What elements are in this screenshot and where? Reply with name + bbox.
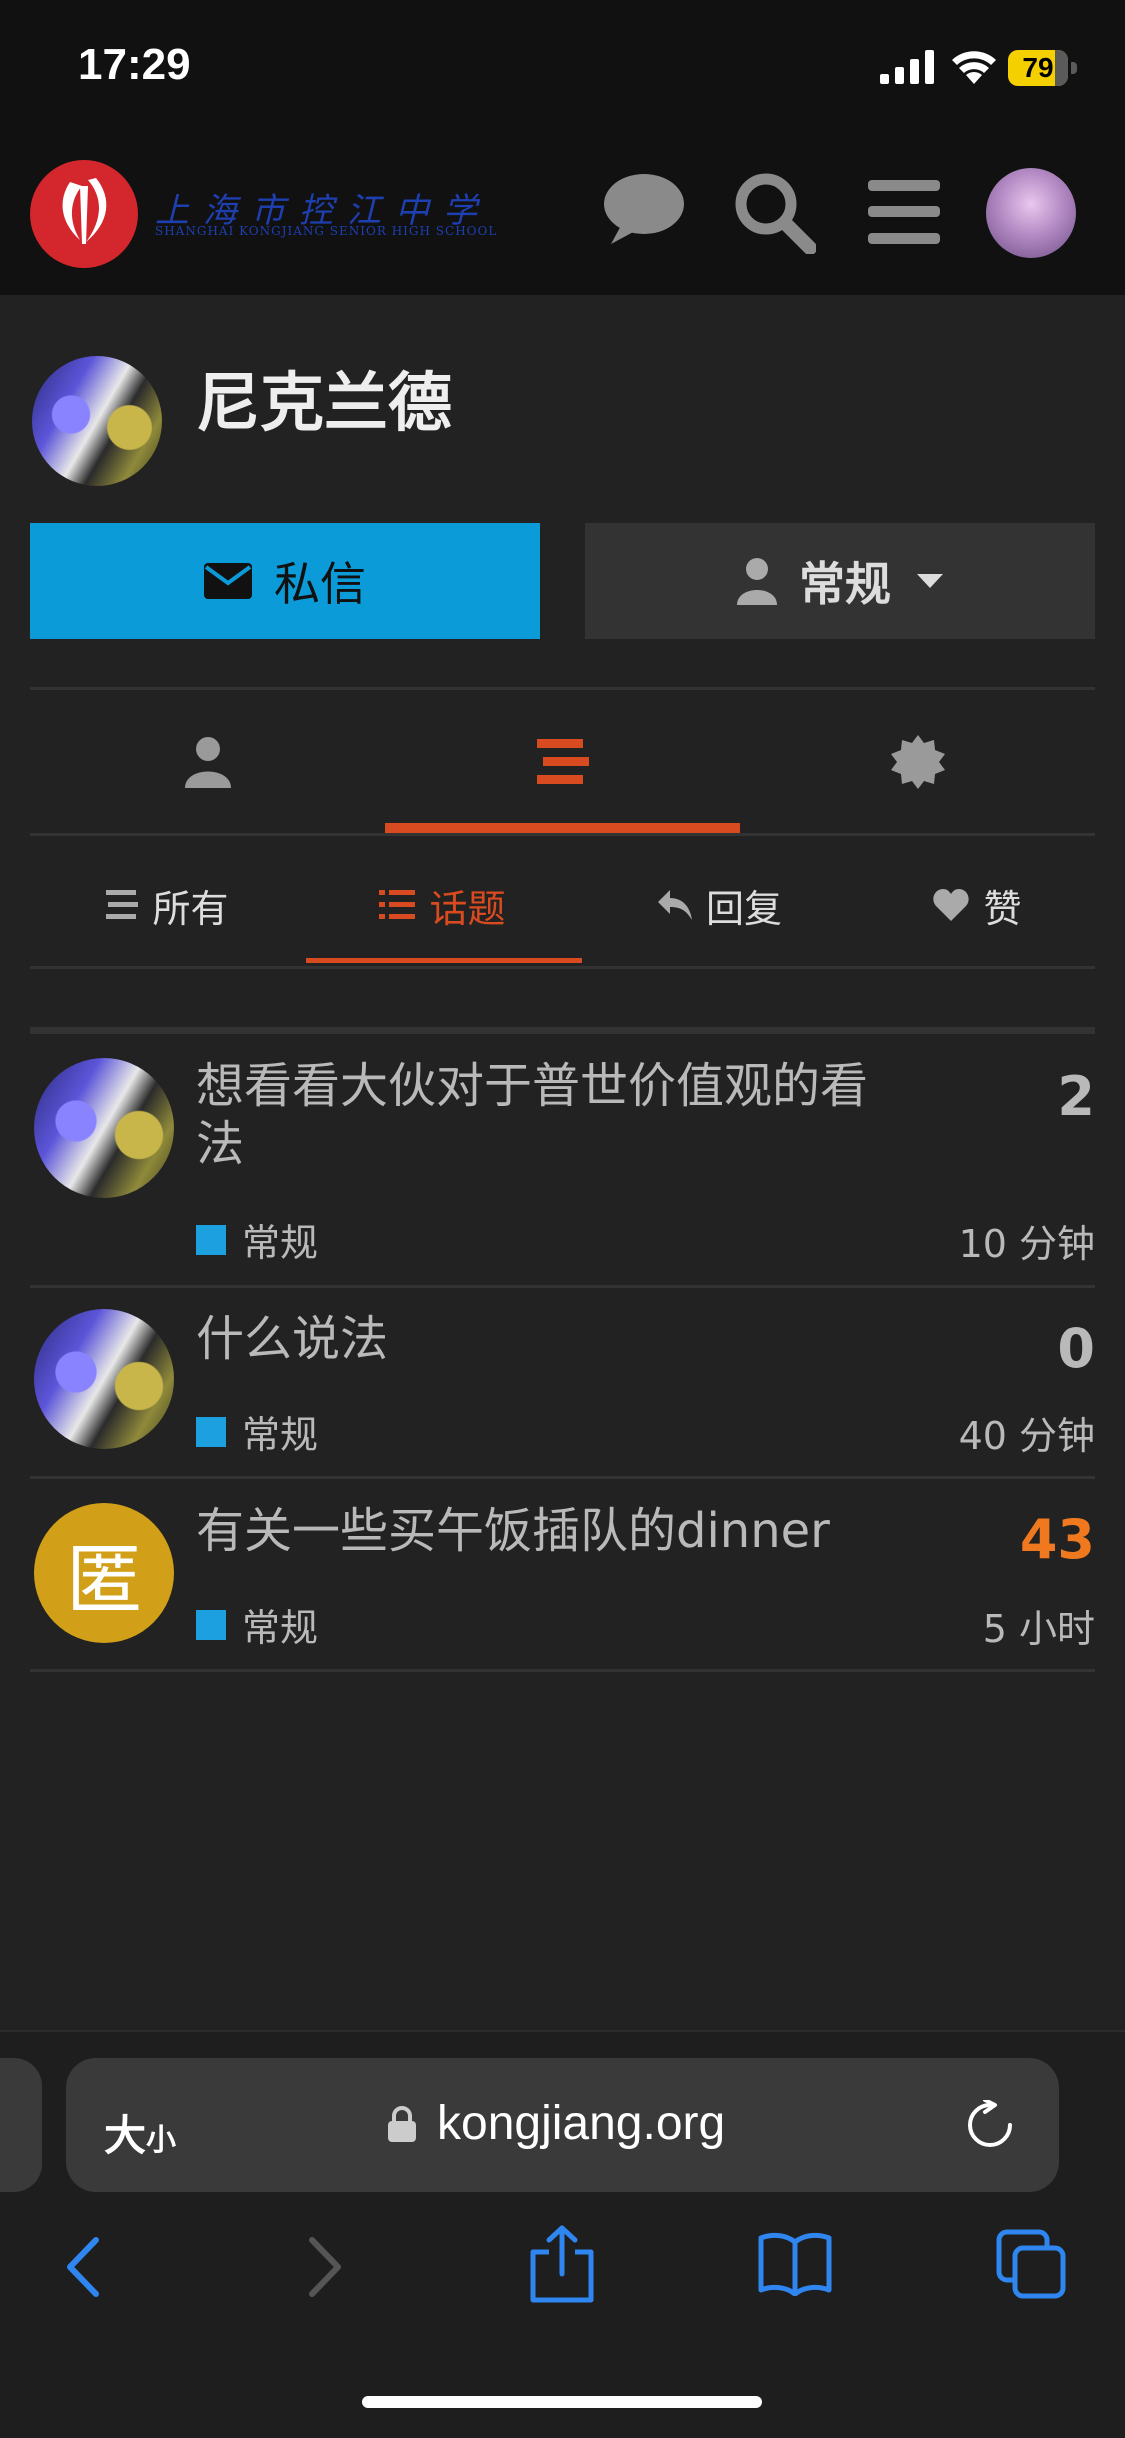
back-arrow-icon[interactable] [62,2236,102,2298]
profile-username: 尼克兰德 [196,367,452,441]
bookmarks-book-icon[interactable] [757,2232,833,2296]
cellular-signal-icon [880,50,934,84]
battery-nub [1071,62,1077,74]
share-icon[interactable] [527,2224,597,2304]
topic-title[interactable]: 想看看大伙对于普世价值观的看法 [196,1057,886,1173]
topic-reply-count[interactable]: 43 [895,1508,1095,1571]
topic-author-avatar[interactable]: 匿 [34,1503,174,1643]
forward-arrow-icon [309,2237,341,2297]
topic-age[interactable]: 40 分钟 [795,1405,1095,1460]
current-user-avatar[interactable] [986,168,1076,258]
text-size-big-label: 大 [104,2111,147,2160]
school-name-en[interactable]: SHANGHAI KONGJIANG SENIOR HIGH SCHOOL [155,224,497,238]
divider [30,833,1095,836]
filter-tab-all[interactable]: 所有 [30,850,305,960]
row-divider [30,1669,1095,1672]
status-time: 17:29 [78,40,191,89]
home-indicator [362,2396,762,2408]
message-button-label: 私信 [274,557,366,611]
badge-certificate-icon [890,734,945,789]
stream-icon [536,738,589,784]
notification-level-label: 常规 [799,557,891,611]
hamburger-menu-icon[interactable] [868,180,940,244]
lock-icon [388,2106,416,2142]
previous-tab-preview[interactable] [0,2058,42,2192]
topic-category[interactable]: 常规 [196,1597,318,1652]
user-icon [184,736,231,788]
envelope-icon [204,563,252,599]
topic-author-avatar[interactable] [34,1309,174,1449]
caret-down-icon [917,574,943,588]
logo-emblem-icon [62,178,107,244]
filter-tab-replies-label: 回复 [705,886,782,931]
tab-badges[interactable] [740,690,1095,833]
chat-icon[interactable] [603,172,685,246]
search-icon[interactable] [732,170,816,254]
text-size-small-label: 小 [146,2123,177,2158]
tab-summary[interactable] [30,690,385,833]
filter-tab-likes-label: 赞 [983,886,1022,931]
filter-tab-topics-label: 话题 [429,886,506,931]
message-button[interactable]: 私信 [30,523,540,639]
battery-indicator: 79 [1008,50,1078,86]
topic-category[interactable]: 常规 [196,1212,318,1267]
topic-reply-count[interactable]: 0 [895,1317,1095,1380]
url-text[interactable]: kongjiang.org [437,2096,725,2151]
topic-category-label: 常规 [242,1413,319,1457]
topic-category[interactable]: 常规 [196,1404,318,1459]
category-color-square [196,1609,226,1640]
user-icon [737,558,777,605]
filter-tab-topics[interactable]: 话题 [305,850,580,960]
list-top-border [30,1027,1095,1034]
topic-title[interactable]: 什么说法 [196,1310,886,1368]
school-logo-icon[interactable] [30,160,138,268]
row-divider [30,1476,1095,1479]
reply-icon [657,890,692,920]
tabs-overview-icon[interactable] [995,2228,1067,2300]
row-divider [30,1285,1095,1288]
text-size-button[interactable]: 大小 [104,2102,176,2163]
battery-percent: 79 [1022,52,1054,83]
topic-age[interactable]: 10 分钟 [795,1213,1095,1268]
topic-title[interactable]: 有关一些买午饭插队的dinner [196,1502,886,1560]
filter-tab-replies[interactable]: 回复 [580,850,860,960]
divider [30,966,1095,969]
category-color-square [196,1224,226,1255]
profile-avatar [32,356,162,486]
topic-reply-count[interactable]: 2 [895,1065,1095,1128]
tab-activity[interactable] [385,690,740,833]
filter-tab-all-label: 所有 [152,886,229,931]
stream-icon [106,890,139,919]
filter-tab-likes[interactable]: 赞 [860,850,1095,960]
topic-category-label: 常规 [242,1221,319,1265]
topic-author-avatar[interactable] [34,1058,174,1198]
category-color-square [196,1416,226,1447]
active-tab-indicator [385,823,740,833]
active-filter-indicator [306,958,582,963]
notification-level-dropdown[interactable]: 常规 [585,523,1095,639]
wifi-icon [952,51,996,84]
list-icon [379,890,416,919]
reload-icon[interactable] [965,2100,1015,2150]
topic-category-label: 常规 [242,1606,319,1650]
heart-icon [933,889,970,921]
topic-age[interactable]: 5 小时 [795,1598,1095,1653]
